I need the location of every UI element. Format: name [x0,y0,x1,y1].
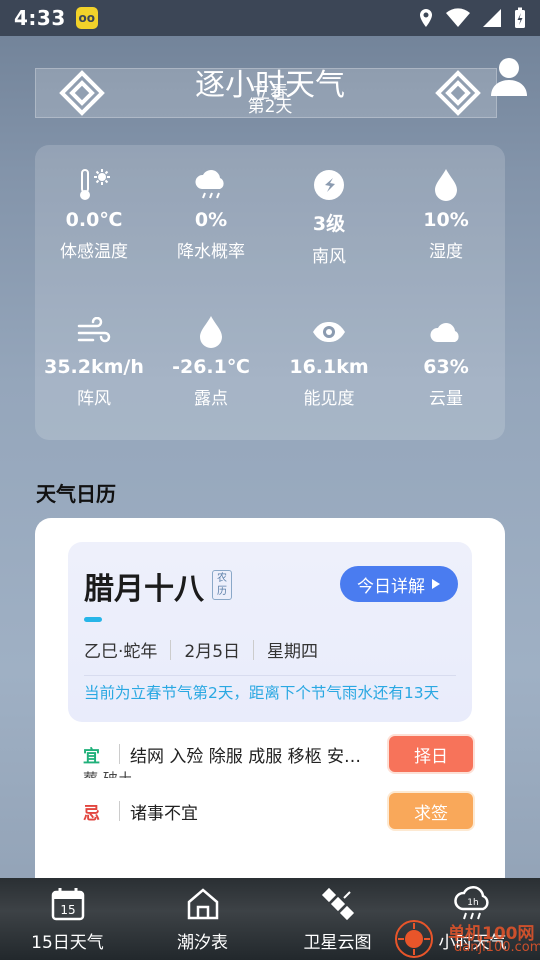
nav-label: 15日天气 [31,933,104,953]
location-icon [420,9,432,27]
metric-label: 露点 [194,389,228,409]
metric-value: 16.1km [289,356,369,378]
metric-label: 云量 [429,389,463,409]
nav-label: 卫星云图 [303,933,372,953]
cloud-icon [430,323,459,342]
thermometer-sun-icon [80,169,110,200]
play-arrow-icon [432,579,440,589]
watermark-logo-icon [395,920,433,958]
ganzhi-year: 乙巳·蛇年 [84,642,158,662]
metric-label: 降水概率 [177,242,245,262]
wind-direction-icon [314,170,344,200]
ji-text: 诸事不宜 [130,803,198,824]
gust-wind-icon [77,317,111,343]
weather-calendar-card: 腊月十八 农历 今日详解 乙巳·蛇年 2月5日 星期四 当前为立春节气第2天，距… [35,518,505,898]
metric-humidity: 10% 湿度 [387,165,505,262]
ji-row: 忌 诸事不宜 求签 [83,791,473,831]
metric-feels-like: 0.0℃ 体感温度 [35,165,153,262]
metric-wind: 3级 南风 [270,165,388,267]
weekday: 星期四 [267,642,319,662]
metric-cloud-cover: 63% 云量 [387,312,505,409]
accent-bar [84,617,102,622]
metric-visibility: 16.1km 能见度 [270,312,388,409]
signal-icon [483,9,501,27]
header: 立春 逐小时天气 第2天 [0,36,540,136]
profile-icon[interactable] [490,56,528,98]
wifi-icon [446,8,470,27]
satellite-icon [321,887,354,921]
metric-label: 南风 [312,247,346,267]
metric-label: 阵风 [77,389,111,409]
today-detail-label: 今日详解 [357,576,425,597]
metric-value: 0.0℃ [65,209,123,231]
status-bar: 4:33 oo [0,0,540,36]
metric-precip-prob: 0% 降水概率 [152,165,270,262]
divider [170,639,172,660]
nav-tide[interactable]: 潮汐表 [135,884,270,953]
watermark: 单机100网 danji100.com [392,918,540,960]
divider [119,801,120,821]
yi-tag: 宜 [83,746,100,767]
status-time: 4:33 [14,6,66,30]
weather-metrics-card: 0.0℃ 体感温度 0% 降水概率 3级 南风 10% 湿度 35.2km/h … [35,145,505,440]
divider [84,675,456,676]
lunar-date-panel: 腊月十八 农历 今日详解 乙巳·蛇年 2月5日 星期四 当前为立春节气第2天，距… [68,542,472,722]
metric-gust: 35.2km/h 阵风 [35,312,153,409]
yi-row: 宜 结网 入殓 除服 成服 移柩 安… 择日 [83,734,473,774]
metric-value: 10% [423,209,469,231]
metric-dew-point: -26.1℃ 露点 [152,312,270,409]
svg-text:1h: 1h [467,898,478,908]
nav-satellite[interactable]: 卫星云图 [270,884,405,953]
nongli-badge: 农历 [212,570,232,600]
metric-label: 能见度 [303,389,355,409]
status-icons [418,7,526,29]
yi-extra-text: 葬 破土 [83,768,133,778]
solar-term-day: 第2天 [247,97,293,117]
metric-value: 63% [423,356,469,378]
watermark-url: danji100.com [454,940,540,955]
svg-text:15: 15 [60,903,75,917]
metric-value: 0% [194,209,228,231]
metric-label: 湿度 [429,242,463,262]
nav-label: 潮汐表 [177,933,228,953]
tide-house-icon [187,888,218,920]
date-meta: 乙巳·蛇年 2月5日 星期四 [84,637,318,662]
calendar-15-icon: 15 [51,888,84,921]
gregorian-date: 2月5日 [184,642,241,662]
app-notification-icon: oo [75,7,98,29]
divider [119,744,120,764]
metric-label: 体感温度 [60,242,128,262]
metric-value: 35.2km/h [44,356,144,378]
qiuqian-button[interactable]: 求签 [389,793,473,829]
metric-value: 3级 [312,213,346,235]
battery-icon [515,7,525,28]
lunar-date: 腊月十八 [84,572,204,607]
yi-text: 结网 入殓 除服 成服 移柩 安… [130,746,362,767]
metric-value: -26.1℃ [172,356,250,378]
rain-cloud-icon [195,170,224,199]
nav-15-day[interactable]: 15 15日天气 [0,884,135,953]
zeri-button[interactable]: 择日 [389,736,473,772]
divider [253,639,255,660]
today-detail-button[interactable]: 今日详解 [340,566,458,602]
water-drop-icon [435,169,457,201]
ji-tag: 忌 [83,803,100,824]
eye-icon [313,322,345,342]
section-title: 天气日历 [36,482,116,506]
solar-term-note: 当前为立春节气第2天，距离下个节气雨水还有13天 [84,684,440,702]
dew-drop-icon [200,316,222,348]
